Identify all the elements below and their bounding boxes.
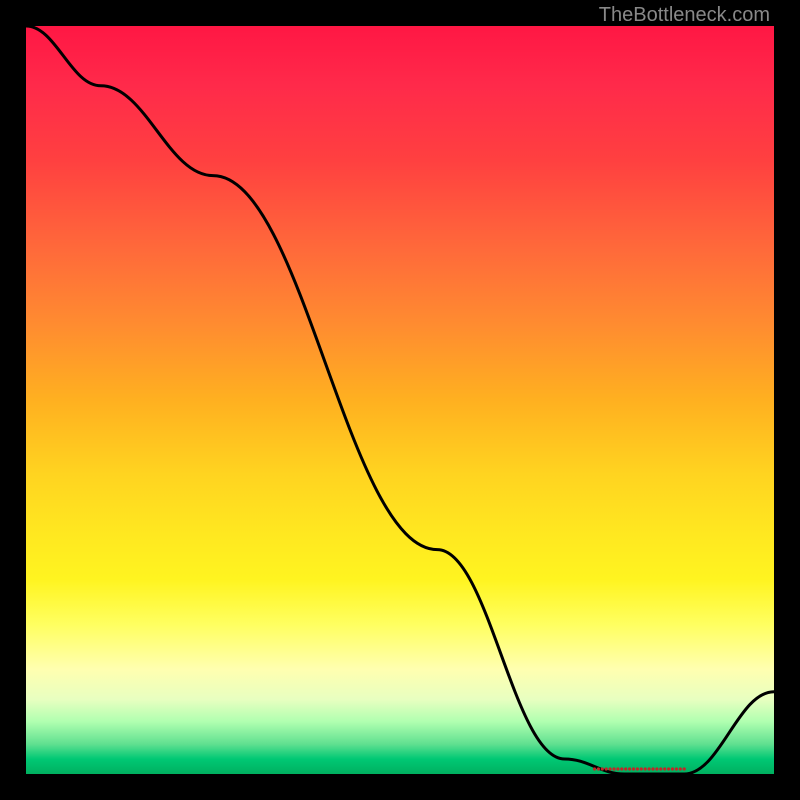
marker-dot	[679, 767, 682, 770]
marker-dots	[593, 767, 686, 770]
marker-dot	[675, 767, 678, 770]
marker-dot	[628, 767, 631, 770]
marker-dot	[593, 767, 596, 770]
marker-dot	[601, 767, 604, 770]
marker-dot	[597, 767, 600, 770]
marker-dot	[663, 767, 666, 770]
marker-dot	[612, 767, 615, 770]
plot-area	[26, 26, 774, 774]
curve-path	[26, 26, 774, 774]
marker-dot	[671, 767, 674, 770]
marker-dot	[655, 767, 658, 770]
marker-dot	[640, 767, 643, 770]
marker-dot	[644, 767, 647, 770]
marker-dot	[632, 767, 635, 770]
marker-dot	[624, 767, 627, 770]
marker-dot	[620, 767, 623, 770]
marker-dot	[651, 767, 654, 770]
marker-dot	[609, 767, 612, 770]
marker-dot	[605, 767, 608, 770]
marker-dot	[659, 767, 662, 770]
chart-line-svg	[26, 26, 774, 774]
marker-dot	[648, 767, 651, 770]
marker-dot	[616, 767, 619, 770]
marker-dot	[683, 767, 686, 770]
marker-dot	[667, 767, 670, 770]
marker-dot	[636, 767, 639, 770]
watermark-text: TheBottleneck.com	[599, 4, 770, 27]
